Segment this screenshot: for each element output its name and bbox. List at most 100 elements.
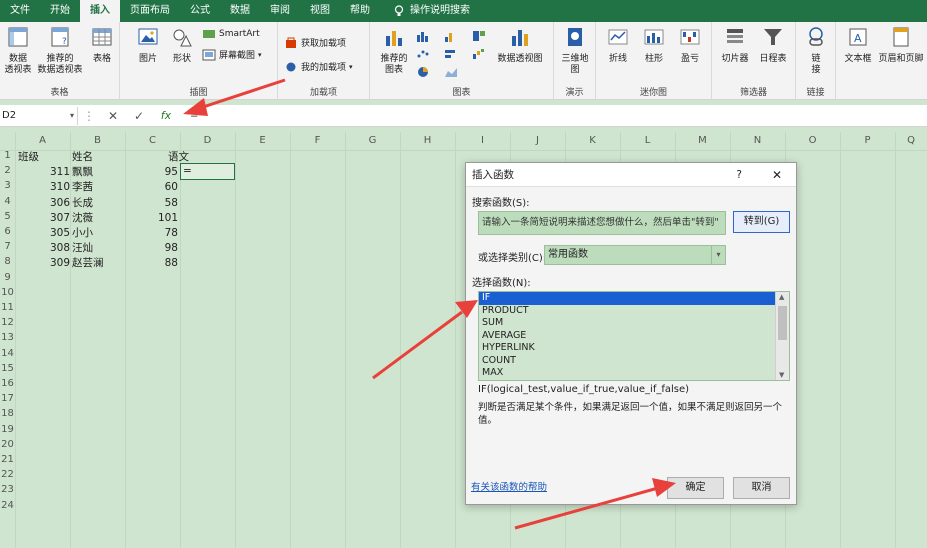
tab-insert[interactable]: 插入 [80,0,120,22]
column-header-a[interactable]: A [15,132,70,150]
help-icon[interactable]: ? [736,163,742,187]
cell-name[interactable]: 赵芸澜 [72,256,104,271]
column-header-i[interactable]: I [455,132,510,150]
column-header-p[interactable]: P [840,132,895,150]
scrollbar-thumb[interactable] [778,306,787,340]
scroll-down-icon[interactable]: ▼ [779,371,784,379]
row-header[interactable]: 4 [0,196,15,207]
ok-button[interactable]: 确定 [667,477,724,499]
row-header[interactable]: 11 [0,302,15,313]
scroll-up-icon[interactable]: ▲ [779,293,784,301]
row-header[interactable]: 14 [0,348,15,359]
row-header[interactable]: 2 [0,165,15,176]
cell-class[interactable]: 306 [18,196,70,211]
close-icon[interactable]: ✕ [772,163,782,187]
cell-name[interactable]: 长成 [72,196,93,211]
tab-review[interactable]: 审阅 [260,0,300,22]
function-item-max[interactable]: MAX [479,367,775,380]
row-header[interactable]: 7 [0,241,15,252]
row-header[interactable]: 1 [0,150,15,161]
pivot-chart-button[interactable]: 数据透视图 [490,26,550,65]
column-header-q[interactable]: Q [895,132,927,150]
get-addins-button[interactable]: 获取加载项 [284,36,346,49]
row-header[interactable]: 23 [0,484,15,495]
cell-class[interactable]: 305 [18,226,70,241]
cell-name[interactable]: 李茜 [72,180,93,195]
row-header[interactable]: 8 [0,256,15,267]
enter-icon[interactable]: ✓ [126,109,152,123]
recommended-charts-button[interactable]: 推荐的 图表 [376,26,412,76]
row-header[interactable]: 16 [0,378,15,389]
insert-function-button[interactable]: fx [152,109,180,122]
function-item-if[interactable]: IF [479,292,775,305]
cell-name[interactable]: 沈薇 [72,211,93,226]
column-header-b[interactable]: B [70,132,125,150]
link-button[interactable]: 链 接 [802,26,830,76]
row-header[interactable]: 22 [0,469,15,480]
sparkline-line-button[interactable]: 折线 [602,26,634,65]
function-item-hyperlink[interactable]: HYPERLINK [479,342,775,355]
row-header[interactable]: 6 [0,226,15,237]
cell-class[interactable]: 310 [18,180,70,195]
chevron-down-icon[interactable]: ▾ [711,246,725,264]
formula-input[interactable]: = [180,110,198,121]
name-box[interactable]: D2 ▾ [0,106,78,125]
chevron-down-icon[interactable]: ▾ [70,107,74,125]
tab-view[interactable]: 视图 [300,0,340,22]
function-item-sum[interactable]: SUM [479,317,775,330]
cell-a1[interactable]: 班级 [18,150,39,165]
column-header-h[interactable]: H [400,132,455,150]
row-header[interactable]: 15 [0,363,15,374]
tab-file[interactable]: 文件 [0,0,40,22]
row-header[interactable]: 3 [0,180,15,191]
cell-score[interactable]: 95 [128,165,178,180]
cancel-icon[interactable]: ✕ [100,109,126,123]
function-list-scrollbar[interactable]: ▲ ▼ [775,292,789,380]
column-header-g[interactable]: G [345,132,400,150]
go-button[interactable]: 转到(G) [733,211,790,233]
column-header-n[interactable]: N [730,132,785,150]
table-button[interactable]: 表格 [88,26,116,65]
search-function-input[interactable]: 请输入一条简短说明来描述您想做什么，然后单击"转到" [478,211,726,235]
header-footer-button[interactable]: 页眉和页脚 [876,26,926,65]
timeline-button[interactable]: 日程表 [754,26,792,65]
shapes-button[interactable]: 形状 [168,26,196,65]
row-header[interactable]: 24 [0,500,15,511]
active-cell-d2[interactable]: = [180,163,235,180]
cell-score[interactable]: 58 [128,196,178,211]
pie-chart-icon[interactable] [416,66,430,78]
cell-class[interactable]: 307 [18,211,70,226]
column-header-c[interactable]: C [125,132,180,150]
area-chart-icon[interactable] [444,66,458,78]
tab-home[interactable]: 开始 [40,0,80,22]
column-header-j[interactable]: J [510,132,565,150]
cell-name[interactable]: 汪灿 [72,241,93,256]
3d-map-button[interactable]: 三维地 图 [558,26,592,76]
tell-me-search[interactable]: 操作说明搜索 [380,0,480,22]
cell-class[interactable]: 308 [18,241,70,256]
category-select[interactable]: 常用函数 ▾ [544,245,726,265]
cell-name[interactable]: 小小 [72,226,93,241]
cell-b1[interactable]: 姓名 [72,150,93,165]
recommended-pivot-button[interactable]: ? 推荐的 数据透视表 [34,26,86,76]
row-header[interactable]: 10 [0,287,15,298]
cell-score[interactable]: 78 [128,226,178,241]
function-help-link[interactable]: 有关该函数的帮助 [471,479,547,493]
row-header[interactable]: 17 [0,393,15,404]
row-header[interactable]: 21 [0,454,15,465]
cell-score[interactable]: 101 [128,211,178,226]
cell-score[interactable]: 88 [128,256,178,271]
tab-page-layout[interactable]: 页面布局 [120,0,180,22]
scatter-chart-icon[interactable] [416,48,430,60]
column-header-m[interactable]: M [675,132,730,150]
function-item-product[interactable]: PRODUCT [479,305,775,318]
bar-chart-icon[interactable] [444,48,458,60]
function-item-average[interactable]: AVERAGE [479,330,775,343]
cell-name[interactable]: 飘飘 [72,165,93,180]
row-header[interactable]: 18 [0,408,15,419]
picture-button[interactable]: 图片 [134,26,162,65]
tab-help[interactable]: 帮助 [340,0,380,22]
textbox-button[interactable]: A 文本框 [842,26,874,65]
column-header-f[interactable]: F [290,132,345,150]
tab-formulas[interactable]: 公式 [180,0,220,22]
